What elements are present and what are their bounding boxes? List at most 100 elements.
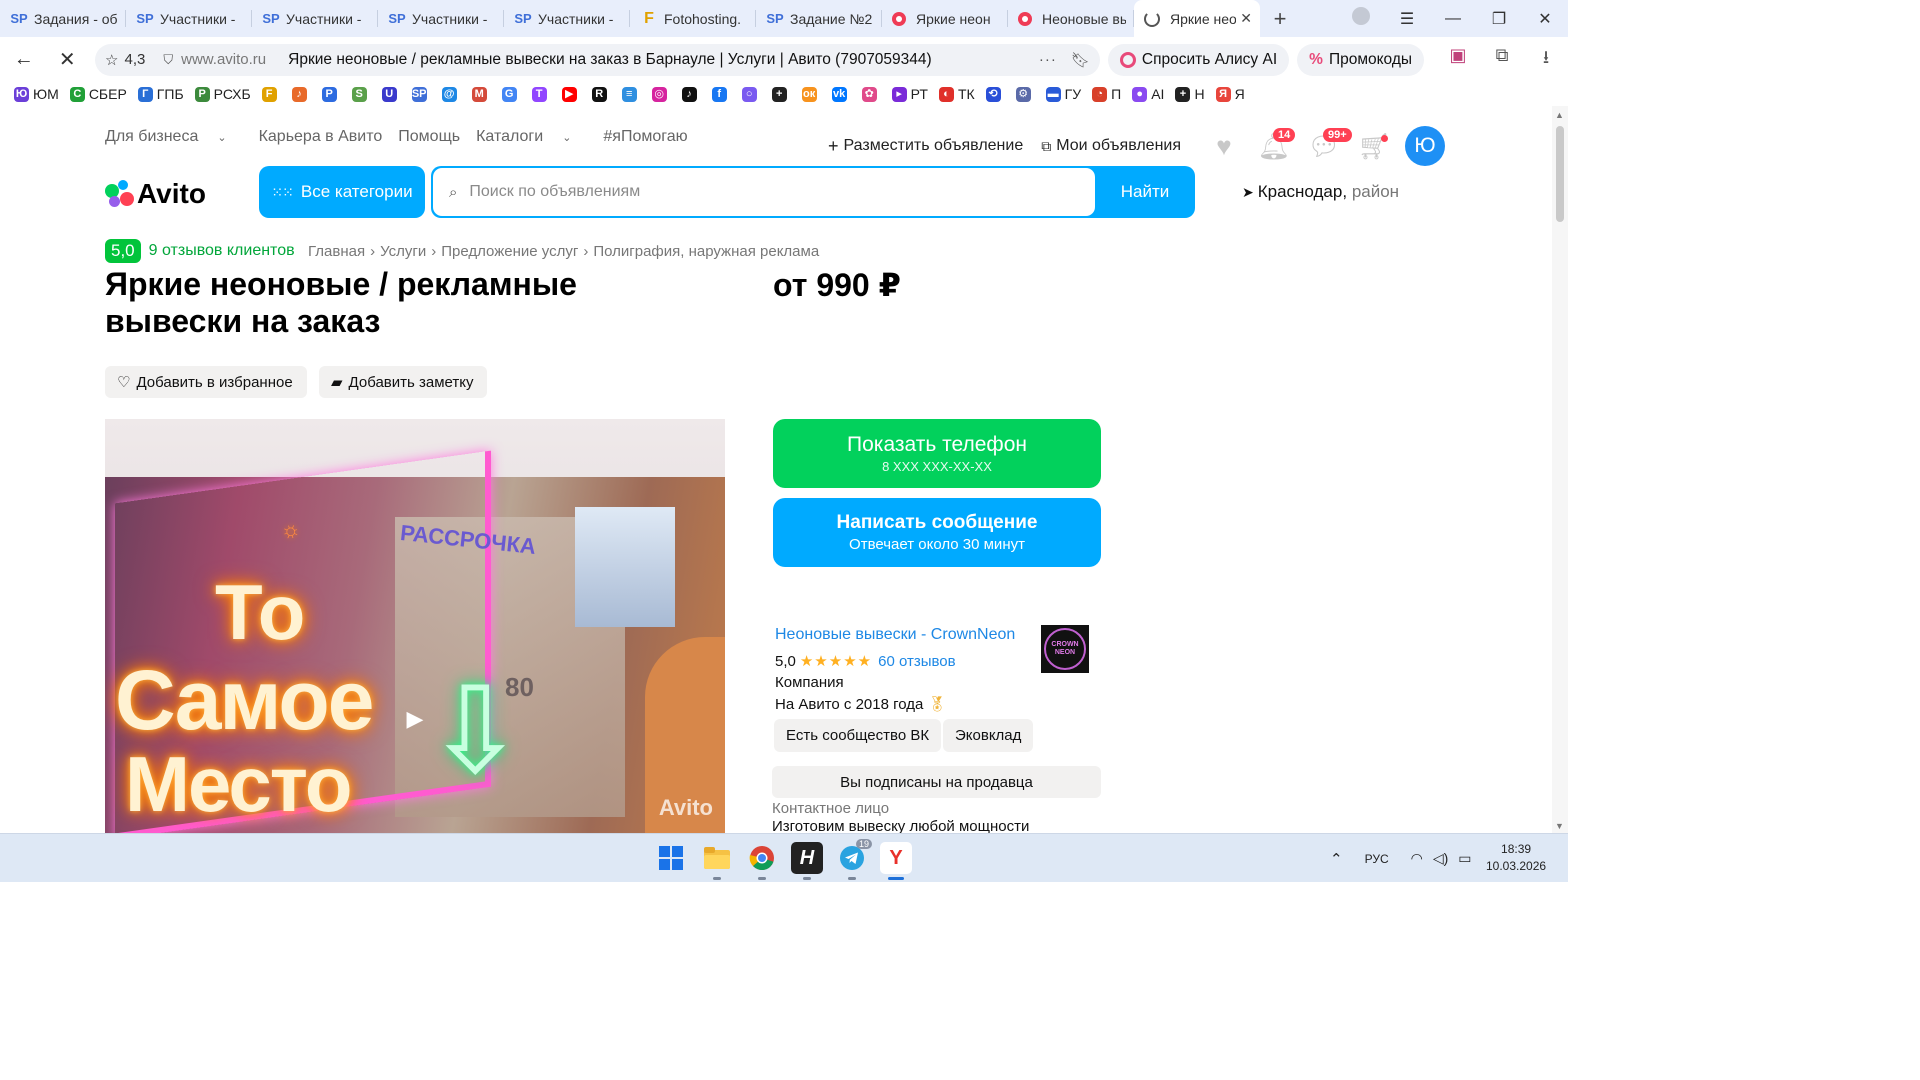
bookmark-item[interactable]: ▶ (561, 86, 581, 102)
show-phone-button[interactable]: Показать телефон 8 XXX XXX-XX-XX (773, 419, 1101, 488)
bookmark-item[interactable]: С СБЕР (69, 86, 127, 102)
location-selector[interactable]: ➤ Краснодар, район (1242, 182, 1399, 202)
bookmark-item[interactable]: vk (831, 86, 851, 102)
chrome-icon[interactable] (746, 842, 778, 880)
image-icon[interactable]: ▣ (1436, 45, 1480, 75)
browser-tab[interactable]: SP Участники - (126, 0, 252, 37)
profile-icon[interactable] (1338, 7, 1384, 30)
avito-logo[interactable]: Avito (105, 178, 206, 210)
breadcrumb-item[interactable]: Услуги (380, 243, 426, 260)
bookmark-item[interactable]: ≡ (621, 86, 641, 102)
bookmark-item[interactable]: F (261, 86, 281, 102)
my-ads-link[interactable]: ⧉ Мои объявления (1041, 137, 1181, 155)
favorites-heart-icon[interactable]: ♥ (1199, 126, 1249, 166)
bookmark-item[interactable]: f (711, 86, 731, 102)
bookmark-item[interactable]: P (321, 86, 341, 102)
listing-video[interactable]: ☼ РАССРОЧКА 80 То Самое Место ⇩ ▶ Avito (105, 419, 725, 833)
battery-icon[interactable]: ▭ (1458, 850, 1471, 867)
extensions-icon[interactable]: ⧉ (1480, 45, 1524, 75)
browser-tab[interactable]: SP Задания - об (0, 0, 126, 37)
bookmark-item[interactable]: + Н (1175, 86, 1205, 102)
bookmark-item[interactable]: ЯЯ (1215, 86, 1245, 102)
scroll-up-icon[interactable]: ▲ (1555, 110, 1564, 120)
cart-icon[interactable]: 🛒︎ (1349, 126, 1399, 166)
bookmark-item[interactable]: SP (411, 86, 431, 102)
download-icon[interactable]: ⭳ (1524, 45, 1568, 75)
bookmark-item[interactable]: S (351, 86, 371, 102)
browser-tab[interactable]: SP Участники - (252, 0, 378, 37)
nav-ihelp[interactable]: #яПомогаю (603, 128, 687, 146)
browser-tab[interactable]: SP Задание №2 (756, 0, 882, 37)
bookmark-item[interactable]: ▸ РТ (891, 86, 928, 102)
write-message-button[interactable]: Написать сообщение Отвечает около 30 мин… (773, 498, 1101, 567)
bookmark-item[interactable]: ● AI (1132, 86, 1164, 102)
security-shield-icon[interactable]: ⛉ (163, 52, 173, 68)
breadcrumb-item[interactable]: Главная (308, 243, 365, 260)
telegram-icon[interactable]: 19 (836, 839, 873, 880)
scroll-down-icon[interactable]: ▼ (1555, 821, 1564, 831)
yandex-browser-icon[interactable]: Y (880, 842, 912, 880)
browser-tab[interactable]: SP Участники - (378, 0, 504, 37)
page-scrollbar[interactable]: ▲ ▼ (1552, 106, 1568, 833)
bookmark-item[interactable]: ○ (741, 86, 761, 102)
nav-help[interactable]: Помощь (398, 128, 460, 146)
browser-tab[interactable]: SP Участники - (504, 0, 630, 37)
browser-tab[interactable]: Неоновые вы (1008, 0, 1134, 37)
browser-tab[interactable]: Яркие нео ✕ (1134, 0, 1260, 37)
new-tab-button[interactable]: + (1260, 6, 1300, 32)
bookmark-item[interactable]: ♪ (291, 86, 311, 102)
volume-icon[interactable]: ◁) (1433, 850, 1448, 867)
tray-chevron-up-icon[interactable]: ⌃ (1330, 850, 1343, 868)
ask-alice-button[interactable]: Спросить Алису AI (1107, 43, 1290, 76)
post-ad-link[interactable]: + Разместить объявление (828, 136, 1023, 157)
breadcrumb-item[interactable]: Предложение услуг (441, 243, 578, 260)
bookmark-item[interactable]: ✿ (861, 86, 881, 102)
close-tab-icon[interactable]: ✕ (1236, 10, 1252, 27)
site-rating[interactable]: ☆ 4,3 (105, 51, 145, 69)
scrollbar-thumb[interactable] (1556, 126, 1564, 222)
avatar[interactable]: Ю (1405, 126, 1446, 166)
back-button[interactable]: ← (2, 48, 46, 71)
bookmark-item[interactable]: ⚙ (1015, 86, 1035, 102)
add-favorite-button[interactable]: ♡ Добавить в избранное (105, 366, 307, 398)
seller-logo[interactable]: CROWN NEON (1041, 625, 1089, 673)
all-categories-button[interactable]: ⁙⁙ Все категории (259, 166, 425, 218)
seller-chip-eco[interactable]: Эковклад (943, 719, 1034, 752)
reviews-link[interactable]: 9 отзывов клиентов (149, 242, 295, 260)
promo-codes-button[interactable]: % Промокоды (1297, 43, 1425, 76)
wifi-icon[interactable]: ◠ (1411, 850, 1423, 867)
bookmark-item[interactable]: ◔ П (1092, 86, 1121, 102)
bookmark-item[interactable]: ▬ ГУ (1045, 86, 1081, 102)
nav-career[interactable]: Карьера в Авито (259, 128, 383, 146)
stop-loading-button[interactable]: ✕ (46, 47, 90, 72)
bookmark-item[interactable]: ◎ (651, 86, 671, 102)
omnibox[interactable]: ☆ 4,3 ⛉ www.avito.ru Яркие неоновые / рек… (95, 43, 1100, 76)
restore-button[interactable]: ❐ (1476, 9, 1522, 29)
close-window-button[interactable]: ✕ (1522, 9, 1568, 29)
notifications-bell-icon[interactable]: 🔔︎ 14 (1249, 126, 1299, 166)
play-icon[interactable]: ▶ (383, 687, 447, 751)
browser-tab[interactable]: F Fotohosting. (630, 0, 756, 37)
bookmark-icon[interactable]: 🔖︎ (1071, 51, 1090, 69)
bookmark-item[interactable]: ◐ ТК (938, 86, 975, 102)
more-icon[interactable]: ··· (1039, 51, 1057, 68)
tab-menu-icon[interactable]: ☰ (1384, 9, 1430, 29)
messages-icon[interactable]: 💬︎ 99+ (1299, 126, 1352, 166)
seller-name-link[interactable]: Неоновые вывески - CrownNeon (775, 626, 1015, 644)
bookmark-item[interactable]: ⟲ (985, 86, 1005, 102)
bookmark-item[interactable]: M (471, 86, 491, 102)
nav-catalogs[interactable]: Каталоги ⌄ (476, 128, 587, 146)
browser-tab[interactable]: Яркие неон (882, 0, 1008, 37)
bookmark-item[interactable]: G (501, 86, 521, 102)
windows-start-icon[interactable] (655, 842, 687, 874)
bookmark-item[interactable]: R (591, 86, 611, 102)
clock[interactable]: 18:39 10.03.2026 (1486, 841, 1546, 875)
language-indicator[interactable]: РУС (1365, 852, 1389, 866)
file-explorer-icon[interactable] (701, 842, 733, 880)
bookmark-item[interactable]: ♪ (681, 86, 701, 102)
bookmark-item[interactable]: Г ГПБ (137, 86, 184, 102)
bookmark-item[interactable]: Р РСХБ (194, 86, 251, 102)
bookmark-item[interactable]: U (381, 86, 401, 102)
bookmark-item[interactable]: + (771, 86, 791, 102)
minimize-button[interactable]: — (1430, 10, 1476, 28)
